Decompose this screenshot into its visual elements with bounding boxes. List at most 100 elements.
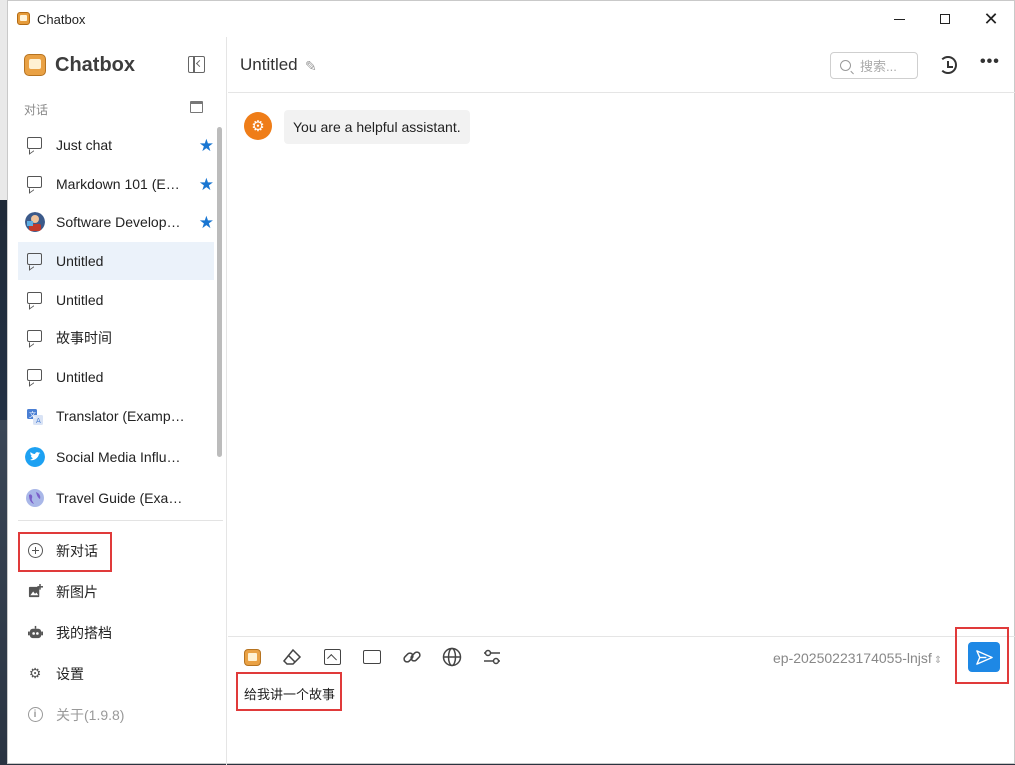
chat-title: Untitled — [240, 55, 298, 74]
collapse-sidebar-icon[interactable] — [188, 56, 205, 73]
system-gear-icon: ⚙ — [244, 112, 272, 140]
session-label: Untitled — [56, 253, 104, 270]
new-image-label: 新图片 — [56, 583, 98, 600]
minimize-icon — [893, 18, 905, 20]
web-search-button[interactable] — [442, 647, 462, 667]
close-button[interactable]: ✕ — [968, 1, 1014, 37]
chatbox-logo-icon — [243, 648, 261, 666]
chat-bubble-icon — [27, 253, 42, 266]
eraser-icon — [282, 648, 302, 665]
session-item-active[interactable]: Untitled — [18, 241, 214, 281]
archive-icon[interactable] — [190, 101, 203, 113]
model-selector[interactable]: ep-20250223174055-lnjsf ⇕ — [773, 650, 942, 666]
chat-bubble-icon — [27, 291, 42, 304]
search-placeholder: 搜索... — [860, 59, 897, 74]
session-label: Social Media Influencer (Example) — [56, 449, 186, 466]
chat-bubble-icon — [27, 137, 42, 150]
session-list: Just chat ★ Markdown 101 (Example) ★ So — [18, 126, 214, 518]
add-image-icon — [28, 584, 43, 598]
message-row: ⚙ You are a helpful assistant. — [244, 110, 470, 144]
session-label: Markdown 101 (Example) — [56, 175, 186, 192]
maximize-icon — [940, 14, 950, 24]
chatbox-logo-icon — [24, 54, 46, 76]
attach-file-button[interactable] — [362, 647, 382, 667]
session-label: 故事时间 — [56, 330, 112, 347]
session-label: Translator (Example) — [56, 408, 186, 425]
session-item[interactable]: Software Developer (Example) ★ — [18, 203, 214, 242]
app-window: Chatbox ✕ Chatbox 对话 Just chat ★ Markdow… — [7, 0, 1015, 765]
chat-bubble-icon — [27, 368, 42, 381]
robot-icon — [27, 625, 43, 639]
close-icon: ✕ — [983, 9, 999, 29]
session-item[interactable]: Untitled — [18, 358, 214, 397]
sidebar: Chatbox 对话 Just chat ★ Markdown 101 (Exa… — [8, 37, 227, 765]
edit-pencil-icon[interactable]: ✎ — [305, 58, 317, 75]
annotation-box-send — [955, 627, 1009, 684]
session-label: Software Developer (Example) — [56, 214, 186, 231]
about-label: 关于(1.9.8) — [56, 706, 125, 723]
settings-label: 设置 — [56, 665, 84, 682]
attach-link-button[interactable] — [402, 647, 422, 667]
folder-icon — [363, 650, 381, 664]
settings-button[interactable]: ⚙ 设置 — [18, 653, 214, 694]
star-icon[interactable]: ★ — [199, 136, 214, 156]
brand: Chatbox — [24, 53, 135, 77]
annotation-box-new-chat — [18, 532, 112, 572]
about-button[interactable]: i 关于(1.9.8) — [18, 694, 214, 735]
annotation-box-input — [236, 672, 342, 711]
session-item[interactable]: 故事时间 — [18, 319, 214, 358]
session-item[interactable]: 文 A Translator (Example) — [18, 396, 214, 436]
session-label: Just chat — [56, 137, 113, 154]
sidebar-scrollbar[interactable] — [217, 127, 222, 457]
session-item[interactable]: Untitled — [18, 280, 214, 319]
maximize-button[interactable] — [922, 1, 968, 37]
svg-text:文: 文 — [29, 410, 36, 419]
session-label: Travel Guide (Example) — [56, 490, 186, 507]
gear-icon: ⚙ — [28, 665, 42, 681]
model-name: ep-20250223174055-lnjsf — [773, 650, 932, 666]
developer-avatar-icon — [25, 212, 45, 233]
title-bar: Chatbox ✕ — [8, 1, 1014, 37]
session-item[interactable]: Travel Guide (Example) — [18, 478, 214, 518]
twitter-avatar-icon — [25, 447, 45, 468]
brand-name: Chatbox — [55, 53, 135, 76]
input-toolbar — [242, 647, 522, 667]
chat-main: Untitled ✎ 搜索... ••• ⚙ You are a helpful… — [228, 37, 1015, 765]
system-message: You are a helpful assistant. — [284, 110, 470, 144]
my-partners-label: 我的搭档 — [56, 624, 112, 641]
globe-icon — [442, 647, 462, 667]
star-icon[interactable]: ★ — [199, 175, 214, 195]
link-icon — [403, 651, 421, 663]
new-image-button[interactable]: 新图片 — [18, 571, 214, 612]
clear-button[interactable] — [282, 647, 302, 667]
chat-bubble-icon — [27, 330, 42, 343]
session-item[interactable]: Social Media Influencer (Example) — [18, 436, 214, 478]
image-icon — [323, 649, 341, 665]
svg-text:A: A — [36, 417, 41, 425]
sliders-icon — [484, 649, 500, 665]
session-label: Untitled — [56, 291, 104, 308]
more-options-icon[interactable]: ••• — [980, 53, 1000, 71]
star-icon[interactable]: ★ — [199, 213, 214, 233]
minimize-button[interactable] — [876, 1, 922, 37]
input-area: ep-20250223174055-lnjsf ⇕ 给我讲一个故事 — [228, 627, 1015, 765]
info-icon: i — [27, 707, 43, 722]
sidebar-divider — [18, 520, 223, 521]
my-partners-button[interactable]: 我的搭档 — [18, 612, 214, 653]
chat-bubble-icon — [27, 175, 42, 188]
globe-avatar-icon — [26, 489, 44, 508]
select-arrows-icon: ⇕ — [933, 655, 943, 666]
history-icon[interactable] — [939, 56, 957, 74]
chat-header: Untitled ✎ 搜索... ••• — [228, 37, 1015, 93]
model-settings-button[interactable] — [482, 647, 502, 667]
search-icon — [840, 60, 851, 71]
chatbox-mode-button[interactable] — [242, 647, 262, 667]
window-title: Chatbox — [37, 12, 86, 27]
attach-image-button[interactable] — [322, 647, 342, 667]
session-label: Untitled — [56, 368, 104, 385]
app-logo-icon — [17, 12, 30, 25]
search-input[interactable]: 搜索... — [830, 52, 918, 79]
translator-avatar-icon: 文 A — [27, 409, 43, 426]
session-item[interactable]: Just chat ★ — [18, 126, 214, 165]
session-item[interactable]: Markdown 101 (Example) ★ — [18, 165, 214, 204]
